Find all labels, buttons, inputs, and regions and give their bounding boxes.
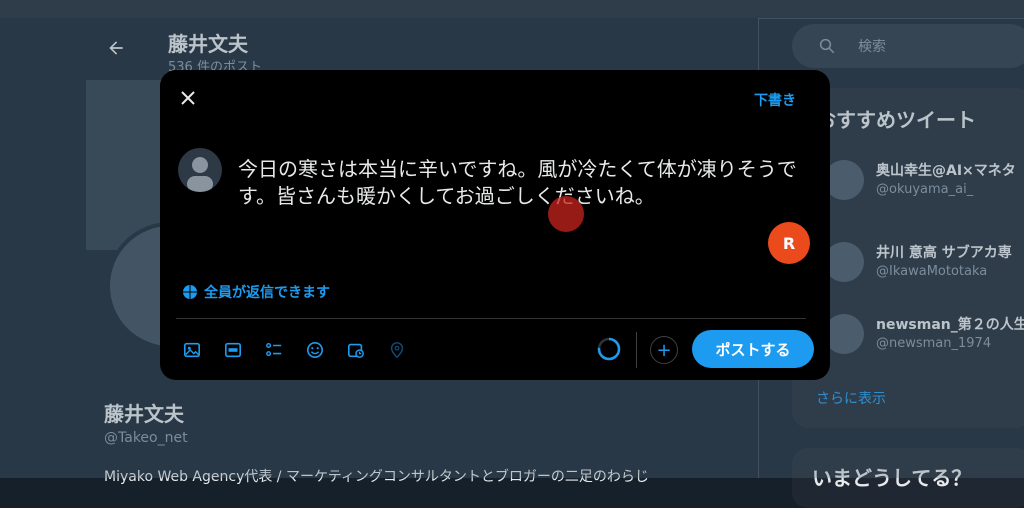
divider	[636, 332, 637, 368]
location-icon[interactable]	[383, 336, 411, 364]
compose-dialog: 下書き 今日の寒さは本当に辛いですね。風が冷たくて体が凍りそうです。皆さんも暖か…	[160, 70, 830, 380]
divider	[176, 318, 806, 319]
add-post-button[interactable]: +	[650, 336, 678, 364]
compose-toolbar	[178, 332, 411, 368]
reply-setting-button[interactable]: 全員が返信できます	[182, 282, 330, 302]
image-icon[interactable]	[178, 336, 206, 364]
drafts-button[interactable]: 下書き	[754, 90, 796, 110]
emoji-icon[interactable]	[301, 336, 329, 364]
character-count-ring	[596, 336, 622, 362]
gif-icon[interactable]	[219, 336, 247, 364]
avatar	[178, 148, 222, 192]
mouse-cursor-highlight	[548, 196, 584, 232]
compose-textarea[interactable]: 今日の寒さは本当に辛いですね。風が冷たくて体が凍りそうです。皆さんも暖かくしてお…	[238, 156, 818, 210]
poll-icon[interactable]	[260, 336, 288, 364]
schedule-icon[interactable]	[342, 336, 370, 364]
globe-icon	[183, 285, 197, 299]
post-button[interactable]: ポストする	[692, 330, 814, 368]
grammar-checker-badge[interactable]: R	[768, 222, 810, 264]
close-icon[interactable]	[178, 88, 198, 108]
reply-setting-label: 全員が返信できます	[204, 285, 330, 301]
